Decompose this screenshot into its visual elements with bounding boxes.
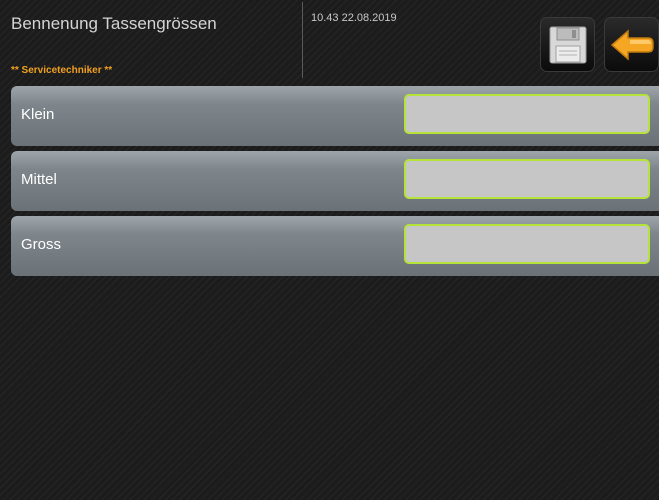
datetime-display: 10.43 22.08.2019 xyxy=(311,12,397,24)
header-divider xyxy=(302,2,303,78)
klein-input[interactable] xyxy=(404,94,650,134)
row-gross: Gross xyxy=(11,216,659,276)
user-role-label: ** Servicetechniker ** xyxy=(11,65,113,76)
row-mittel: Mittel xyxy=(11,151,659,211)
page-title: Bennenung Tassengrössen xyxy=(11,14,217,33)
save-button[interactable] xyxy=(540,17,595,72)
mittel-input[interactable] xyxy=(404,159,650,199)
back-arrow-icon xyxy=(610,28,654,61)
gross-input[interactable] xyxy=(404,224,650,264)
row-label-mittel: Mittel xyxy=(21,171,57,188)
row-label-gross: Gross xyxy=(21,236,62,253)
row-label-klein: Klein xyxy=(21,106,55,123)
row-klein: Klein xyxy=(11,86,659,146)
back-button[interactable] xyxy=(604,17,659,72)
header-bar: Bennenung Tassengrössen ** Servicetechni… xyxy=(0,0,659,84)
floppy-disk-icon xyxy=(549,26,586,63)
